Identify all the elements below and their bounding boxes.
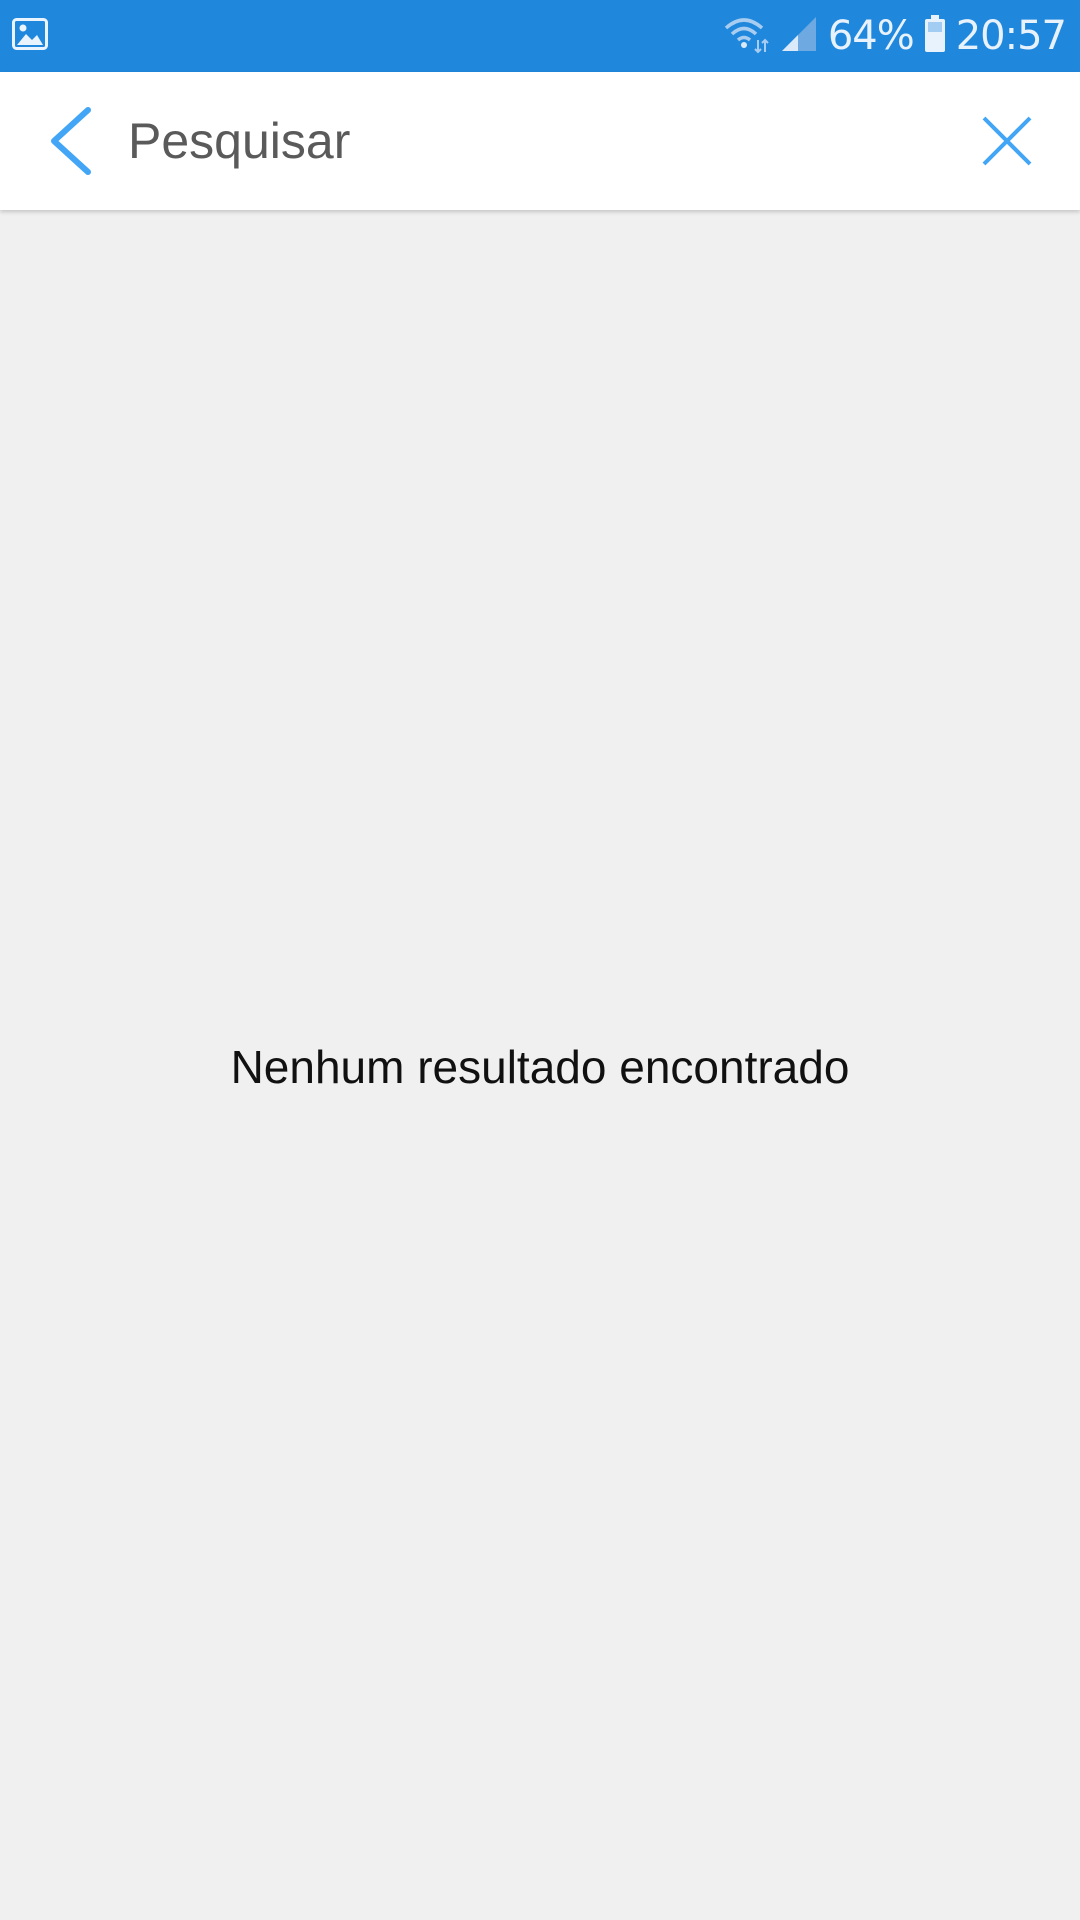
signal-icon — [780, 15, 818, 58]
clear-search-button[interactable] — [974, 108, 1040, 174]
empty-results-message: Nenhum resultado encontrado — [230, 1041, 850, 1093]
status-bar: 64% 20:57 — [0, 0, 1080, 72]
battery-icon — [924, 14, 946, 58]
wifi-icon — [722, 14, 770, 59]
battery-percent: 64% — [827, 13, 915, 59]
clock: 20:57 — [955, 13, 1067, 59]
status-right-group: 64% 20:57 — [722, 0, 1067, 72]
gallery-notification-icon — [12, 18, 48, 50]
back-button[interactable] — [40, 100, 110, 182]
search-input[interactable] — [128, 108, 948, 174]
chevron-left-icon — [51, 107, 91, 175]
close-icon — [982, 116, 1032, 166]
search-bar — [0, 72, 1080, 210]
